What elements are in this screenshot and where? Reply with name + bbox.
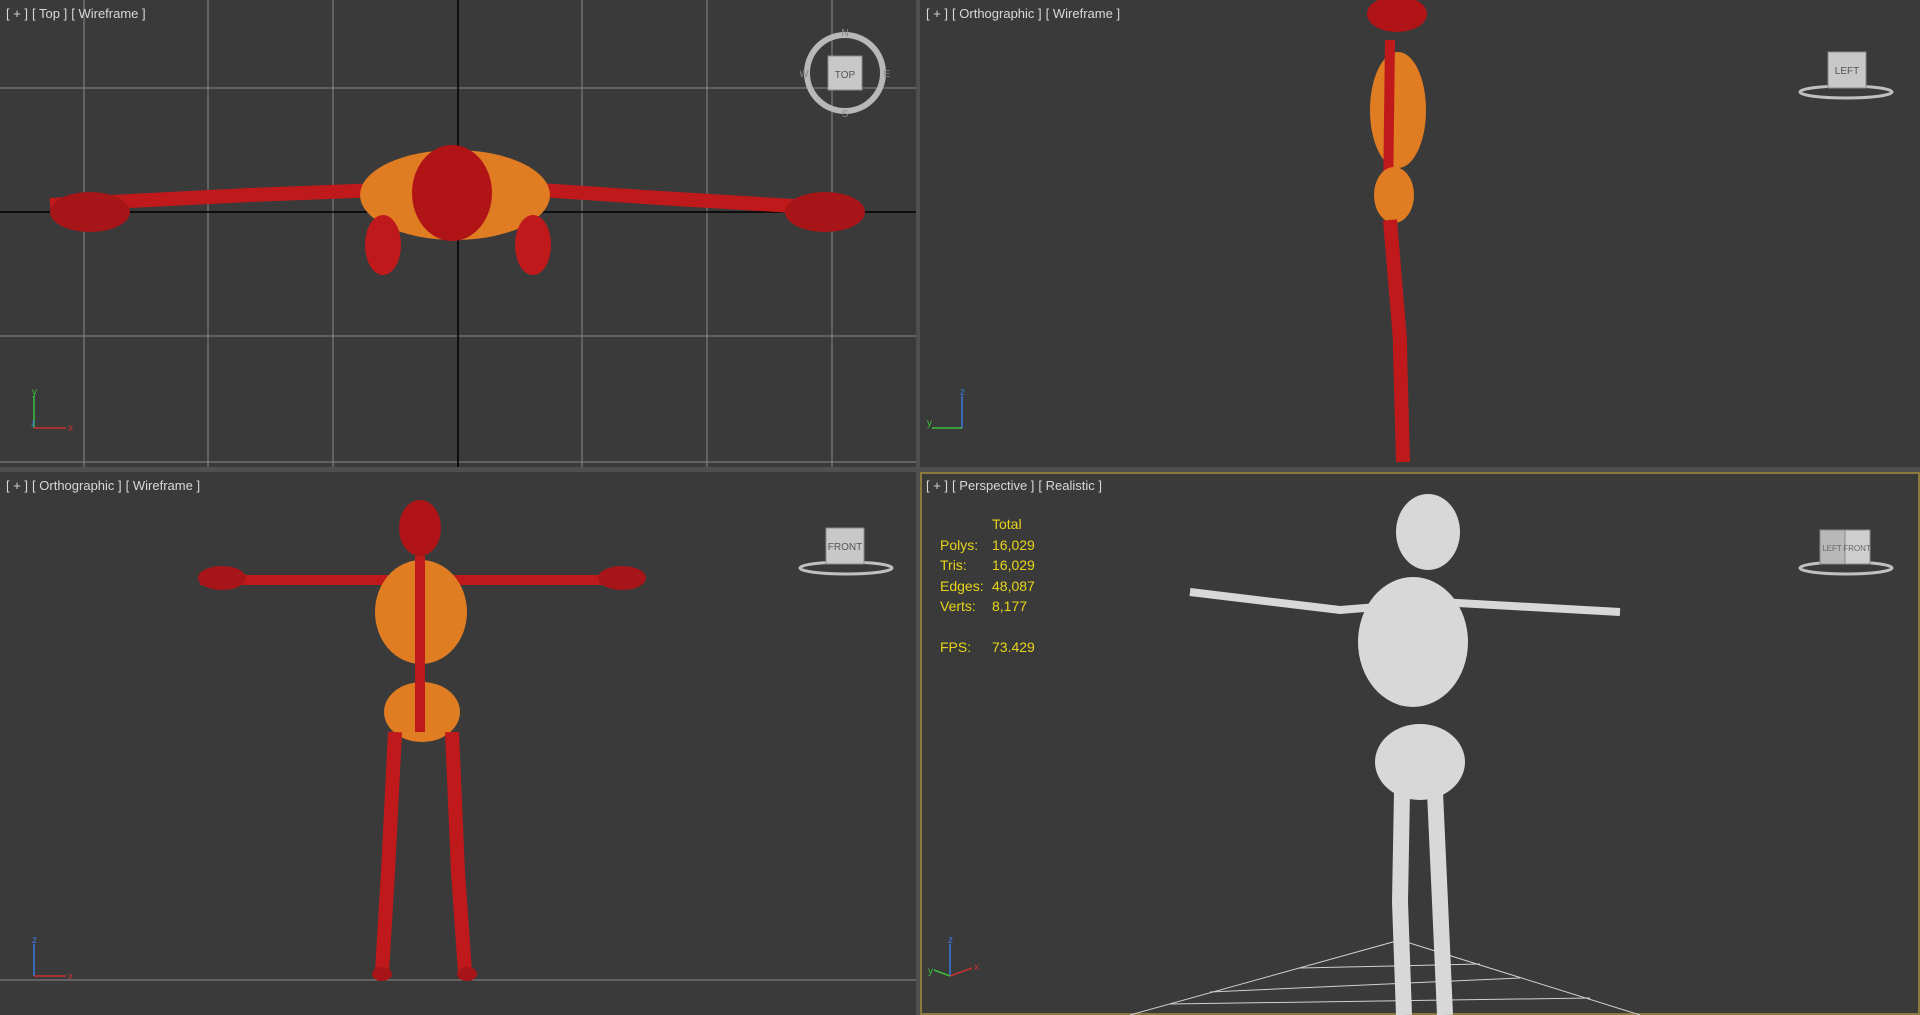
viewcube-face-label: FRONT xyxy=(828,542,862,553)
axis-tripod-left: z y xyxy=(927,387,965,429)
viewport-perspective[interactable]: [ + ] [ Perspective ] [ Realistic ] Total … xyxy=(920,472,1920,1015)
shading-mode-label[interactable]: [ Wireframe ] xyxy=(126,478,200,493)
perspective-view-scene xyxy=(1129,494,1641,1015)
viewport-top-label[interactable]: [ + ] [ Top ] [ Wireframe ] xyxy=(6,6,150,21)
viewcube-perspective[interactable]: LEFT FRONT xyxy=(1796,524,1896,584)
stats-row-polys: Polys: 16,029 xyxy=(940,536,1035,553)
viewcube-face-label: LEFT xyxy=(1835,66,1859,77)
compass-west: W xyxy=(800,69,809,80)
shading-mode-label[interactable]: [ Realistic ] xyxy=(1038,478,1102,493)
axis-tripod-perspective: z x y xyxy=(928,935,979,977)
view-type-label[interactable]: [ Perspective ] xyxy=(952,478,1034,493)
stats-row-verts: Verts: 8,177 xyxy=(940,598,1028,614)
stats-row-fps: FPS: 73.429 xyxy=(940,638,1035,655)
front-view-scene xyxy=(0,500,916,981)
viewport-menu-plus[interactable]: [ + ] xyxy=(926,6,948,21)
viewport-menu-plus[interactable]: [ + ] xyxy=(6,6,28,21)
axis-z-label: z xyxy=(32,935,37,946)
viewport-menu-plus[interactable]: [ + ] xyxy=(6,478,28,493)
left-skeleton xyxy=(1367,0,1427,463)
stats-row-edges: Edges: 48,087 xyxy=(940,577,1035,594)
viewcube-top[interactable]: TOP N E S W xyxy=(800,28,890,118)
axis-x-label: x xyxy=(68,971,73,982)
shading-mode-label[interactable]: [ Wireframe ] xyxy=(71,6,145,21)
axis-z-label: z xyxy=(31,418,36,428)
viewcube-face-front-label: FRONT xyxy=(1843,544,1871,553)
axis-z-label: z xyxy=(960,387,965,398)
axis-x-label: x xyxy=(68,423,73,434)
left-view-scene xyxy=(1367,0,1427,463)
view-type-label[interactable]: [ Top ] xyxy=(32,6,67,21)
compass-north: N xyxy=(841,28,848,39)
axis-z-label: z xyxy=(948,935,953,946)
view-type-label[interactable]: [ Orthographic ] xyxy=(952,6,1042,21)
viewport-menu-plus[interactable]: [ + ] xyxy=(926,478,948,493)
compass-east: E xyxy=(884,69,890,80)
viewcube-face-label: TOP xyxy=(835,70,856,81)
compass-south: S xyxy=(842,109,849,118)
top-view-scene xyxy=(0,0,916,467)
home-grid xyxy=(1129,939,1641,1015)
axis-tripod-top: y x z xyxy=(31,387,73,434)
viewcube-left[interactable]: LEFT xyxy=(1796,48,1896,108)
viewcube-face-left-label: LEFT xyxy=(1822,544,1842,553)
view-type-label[interactable]: [ Orthographic ] xyxy=(32,478,122,493)
viewcube-front[interactable]: FRONT xyxy=(796,524,896,584)
shading-mode-label[interactable]: [ Wireframe ] xyxy=(1046,6,1120,21)
axis-tripod-front: z x xyxy=(32,935,73,982)
viewport-front[interactable]: [ + ] [ Orthographic ] [ Wireframe ] FRONT… xyxy=(0,472,916,1015)
viewport-top[interactable]: [ + ] [ Top ] [ Wireframe ] TOP N E S W y … xyxy=(0,0,916,467)
perspective-skeleton xyxy=(1189,494,1621,1015)
viewport-perspective-label[interactable]: [ + ] [ Perspective ] [ Realistic ] xyxy=(926,478,1106,493)
viewport-left-label[interactable]: [ + ] [ Orthographic ] [ Wireframe ] xyxy=(926,6,1124,21)
stats-header: Total xyxy=(992,516,1022,532)
axis-y-label: y xyxy=(927,418,932,429)
viewport-left[interactable]: [ + ][ Orthographic ][ Wireframe ] LEFT … xyxy=(920,0,1920,467)
axis-y-label: y xyxy=(928,966,933,977)
front-skeleton xyxy=(198,500,646,981)
statistics-overlay: Total Polys: 16,029 Tris: 16,029 Edges: 48,… xyxy=(940,514,1035,657)
axis-x-label: x xyxy=(974,962,979,973)
stats-row-tris: Tris: 16,029 xyxy=(940,557,1035,573)
viewport-front-label[interactable]: [ + ] [ Orthographic ] [ Wireframe ] xyxy=(6,478,204,493)
axis-y-label: y xyxy=(32,387,37,398)
